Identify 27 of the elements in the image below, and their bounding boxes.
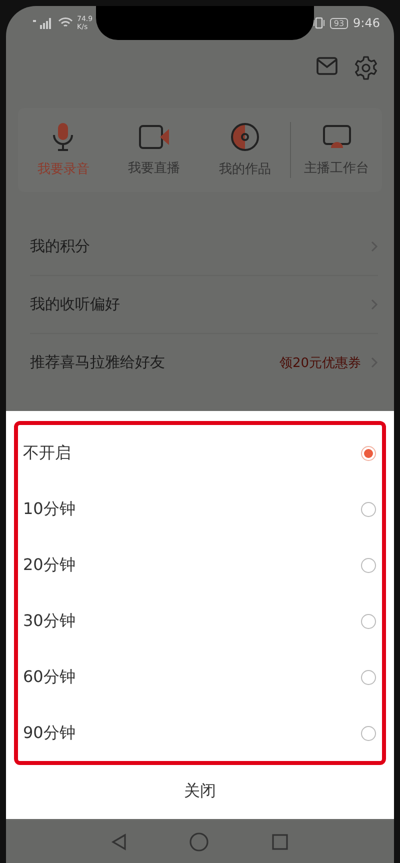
home-icon[interactable] bbox=[189, 832, 209, 852]
back-icon[interactable] bbox=[111, 833, 127, 851]
close-button[interactable]: 关闭 bbox=[164, 765, 236, 819]
radio-button[interactable] bbox=[361, 614, 376, 628]
mail-icon[interactable] bbox=[316, 56, 338, 76]
monitor-icon bbox=[322, 123, 352, 151]
wifi-icon bbox=[58, 17, 73, 29]
timer-option[interactable]: 30分钟 bbox=[23, 593, 376, 649]
radio-button[interactable] bbox=[361, 670, 376, 684]
timer-option[interactable]: 20分钟 bbox=[23, 537, 376, 593]
signal-icon bbox=[32, 17, 54, 29]
settings-icon[interactable] bbox=[354, 56, 378, 80]
video-camera-icon bbox=[138, 123, 170, 151]
timer-option[interactable]: 不开启 bbox=[23, 425, 376, 481]
disc-icon bbox=[230, 122, 260, 152]
battery-level: 93 bbox=[330, 18, 348, 28]
radio-button[interactable] bbox=[361, 558, 376, 572]
radio-button[interactable] bbox=[361, 502, 376, 516]
radio-button[interactable] bbox=[361, 446, 376, 460]
clock-time: 9:46 bbox=[353, 16, 380, 30]
radio-button[interactable] bbox=[361, 726, 376, 740]
coupon-text: 领20元优惠券 bbox=[279, 354, 361, 372]
timer-option[interactable]: 10分钟 bbox=[23, 481, 376, 537]
timer-option[interactable]: 60分钟 bbox=[23, 649, 376, 705]
timer-option[interactable]: 90分钟 bbox=[23, 705, 376, 761]
recent-apps-icon[interactable] bbox=[271, 833, 289, 851]
vibrate-icon bbox=[312, 17, 325, 29]
